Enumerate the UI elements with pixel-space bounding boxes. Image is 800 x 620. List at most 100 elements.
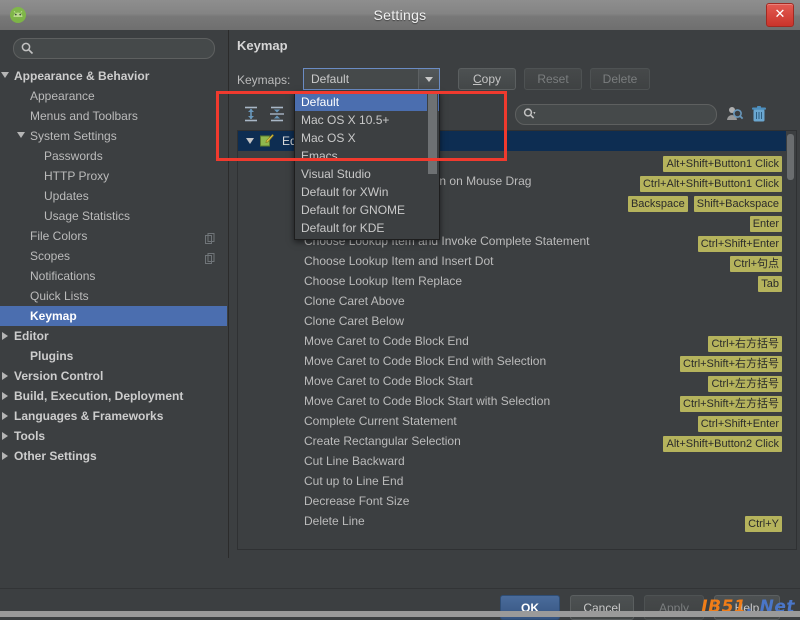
- chevron-right-icon[interactable]: [2, 452, 8, 460]
- sidebar-item-label: Build, Execution, Deployment: [14, 389, 184, 403]
- keymap-option-emacs[interactable]: Emacs: [295, 147, 439, 165]
- shortcut-search[interactable]: [515, 104, 717, 125]
- actions-list-row[interactable]: Move Caret to Code Block End with Select…: [238, 351, 786, 372]
- actions-list-row[interactable]: Clone Caret Above: [238, 291, 786, 311]
- shortcut-badges: Ctrl+左方括号: [702, 373, 782, 392]
- sidebar-item-label: Languages & Frameworks: [14, 409, 164, 423]
- action-name: Complete Current Statement: [304, 414, 457, 428]
- dropdown-scrollbar[interactable]: [427, 94, 438, 238]
- sidebar-item-usage-statistics[interactable]: Usage Statistics: [0, 206, 227, 226]
- keymap-option-default-for-xwin[interactable]: Default for XWin: [295, 183, 439, 201]
- sidebar-item-label: Passwords: [44, 149, 103, 163]
- actions-list-row[interactable]: Decrease Font Size: [238, 491, 786, 511]
- actions-list-row[interactable]: Cut Line Backward: [238, 451, 786, 471]
- keymap-option-mac-os-x[interactable]: Mac OS X: [295, 129, 439, 147]
- shortcut-badges: Ctrl+右方括号: [702, 333, 782, 352]
- sidebar-item-version-control[interactable]: Version Control: [0, 366, 227, 386]
- actions-list-row[interactable]: Cut up to Line End: [238, 471, 786, 491]
- chevron-down-icon[interactable]: [17, 132, 25, 138]
- sidebar-item-http-proxy[interactable]: HTTP Proxy: [0, 166, 227, 186]
- chevron-right-icon[interactable]: [2, 332, 8, 340]
- action-name: Clone Caret Below: [304, 314, 405, 328]
- actions-list-row[interactable]: Delete Line Ctrl+Y: [238, 511, 786, 532]
- shortcut-badge: Tab: [758, 276, 782, 292]
- shortcut-badge: Ctrl+Shift+右方括号: [680, 356, 782, 372]
- actions-list-row[interactable]: Move Caret to Code Block Start Ctrl+左方括号: [238, 371, 786, 392]
- actions-list-row[interactable]: Create Rectangular Selection Alt+Shift+Bu…: [238, 431, 786, 452]
- sidebar-item-passwords[interactable]: Passwords: [0, 146, 227, 166]
- editor-actions-icon: [260, 134, 274, 148]
- keymap-select-value: Default: [311, 72, 350, 86]
- chevron-right-icon[interactable]: [2, 412, 8, 420]
- sidebar-item-build-execution-deployment[interactable]: Build, Execution, Deployment: [0, 386, 227, 406]
- collapse-all-icon[interactable]: [267, 104, 287, 124]
- chevron-right-icon[interactable]: [2, 432, 8, 440]
- title-bar: Settings ✕: [0, 0, 800, 31]
- chevron-right-icon[interactable]: [2, 392, 8, 400]
- window-title: Settings: [373, 7, 427, 23]
- search-dropdown-icon[interactable]: [523, 107, 541, 124]
- chevron-down-icon[interactable]: [246, 138, 254, 144]
- action-name: Choose Lookup Item and Insert Dot: [304, 254, 494, 268]
- settings-tree[interactable]: Appearance & Behavior Appearance Menus and…: [0, 66, 227, 466]
- keymap-select[interactable]: Default: [303, 68, 440, 90]
- keymap-option-default-for-gnome[interactable]: Default for GNOME: [295, 201, 439, 219]
- keymap-option-visual-studio[interactable]: Visual Studio: [295, 165, 439, 183]
- copy-scope-icon: [205, 230, 215, 244]
- sidebar-item-other-settings[interactable]: Other Settings: [0, 446, 227, 466]
- sidebar-item-appearance[interactable]: Appearance: [0, 86, 227, 106]
- trash-icon[interactable]: [749, 104, 769, 124]
- sidebar-item-languages-frameworks[interactable]: Languages & Frameworks: [0, 406, 227, 426]
- actions-list-row[interactable]: Clone Caret Below: [238, 311, 786, 331]
- keymap-option-mac-os-x-10-5[interactable]: Mac OS X 10.5+: [295, 111, 439, 129]
- sidebar-item-system-settings[interactable]: System Settings: [0, 126, 227, 146]
- actions-list-row[interactable]: Choose Lookup Item and Insert Dot Ctrl+句点: [238, 251, 786, 272]
- close-icon[interactable]: ✕: [766, 3, 794, 27]
- chevron-down-icon[interactable]: [418, 69, 439, 89]
- sidebar-search-input[interactable]: [38, 40, 210, 58]
- shortcut-badges: Backspace Shift+Backspace: [622, 193, 782, 212]
- shortcut-badges: Alt+Shift+Button1 Click: [657, 153, 782, 172]
- window-bottom-edge: [0, 611, 800, 617]
- keymap-option-default[interactable]: Default: [295, 93, 439, 111]
- sidebar-item-file-colors[interactable]: File Colors: [0, 226, 227, 246]
- dropdown-scrollbar-thumb[interactable]: [428, 94, 437, 174]
- sidebar-search[interactable]: [13, 38, 215, 59]
- sidebar-item-label: Appearance & Behavior: [14, 69, 150, 83]
- sidebar-item-updates[interactable]: Updates: [0, 186, 227, 206]
- shortcut-badges: Ctrl+Shift+左方括号: [674, 393, 782, 412]
- sidebar-item-scopes[interactable]: Scopes: [0, 246, 227, 266]
- scrollbar-thumb[interactable]: [787, 134, 794, 180]
- reset-button: Reset: [524, 68, 582, 90]
- sidebar-item-plugins[interactable]: Plugins: [0, 346, 227, 366]
- shortcut-search-input[interactable]: [544, 106, 713, 124]
- sidebar-item-label: Version Control: [14, 369, 104, 383]
- sidebar-item-label: Scopes: [30, 249, 71, 263]
- keymap-dropdown-popup[interactable]: Default Mac OS X 10.5+ Mac OS X Emacs Visual…: [294, 92, 440, 240]
- sidebar-item-menus-and-toolbars[interactable]: Menus and Toolbars: [0, 106, 227, 126]
- action-name: Choose Lookup Item Replace: [304, 274, 463, 288]
- actions-list-row[interactable]: Move Caret to Code Block End Ctrl+右方括号: [238, 331, 786, 352]
- sidebar-item-quick-lists[interactable]: Quick Lists: [0, 286, 227, 306]
- actions-list-row[interactable]: Complete Current Statement Ctrl+Shift+Ent…: [238, 411, 786, 432]
- actions-list-row[interactable]: Choose Lookup Item Replace Tab: [238, 271, 786, 292]
- shortcut-badge: Ctrl+Shift+左方括号: [680, 396, 782, 412]
- shortcut-badges: Enter: [744, 213, 782, 232]
- copy-button[interactable]: Copy: [458, 68, 516, 90]
- chevron-down-icon[interactable]: [1, 72, 9, 78]
- sidebar-item-label: Updates: [44, 189, 89, 203]
- find-by-shortcut-icon[interactable]: [724, 104, 744, 124]
- actions-list-row[interactable]: Move Caret to Code Block Start with Sele…: [238, 391, 786, 412]
- shortcut-badges: Alt+Shift+Button2 Click: [657, 433, 782, 452]
- sidebar-item-tools[interactable]: Tools: [0, 426, 227, 446]
- sidebar-item-editor[interactable]: Editor: [0, 326, 227, 346]
- sidebar-item-label: System Settings: [30, 129, 117, 143]
- shortcut-badges: Ctrl+句点: [724, 253, 782, 272]
- expand-all-icon[interactable]: [241, 104, 261, 124]
- keymap-option-default-for-kde[interactable]: Default for KDE: [295, 219, 439, 237]
- sidebar-item-keymap[interactable]: Keymap: [0, 306, 227, 326]
- chevron-right-icon[interactable]: [2, 372, 8, 380]
- sidebar-item-appearance-behavior[interactable]: Appearance & Behavior: [0, 66, 227, 86]
- actions-list-scrollbar[interactable]: [786, 132, 795, 549]
- sidebar-item-notifications[interactable]: Notifications: [0, 266, 227, 286]
